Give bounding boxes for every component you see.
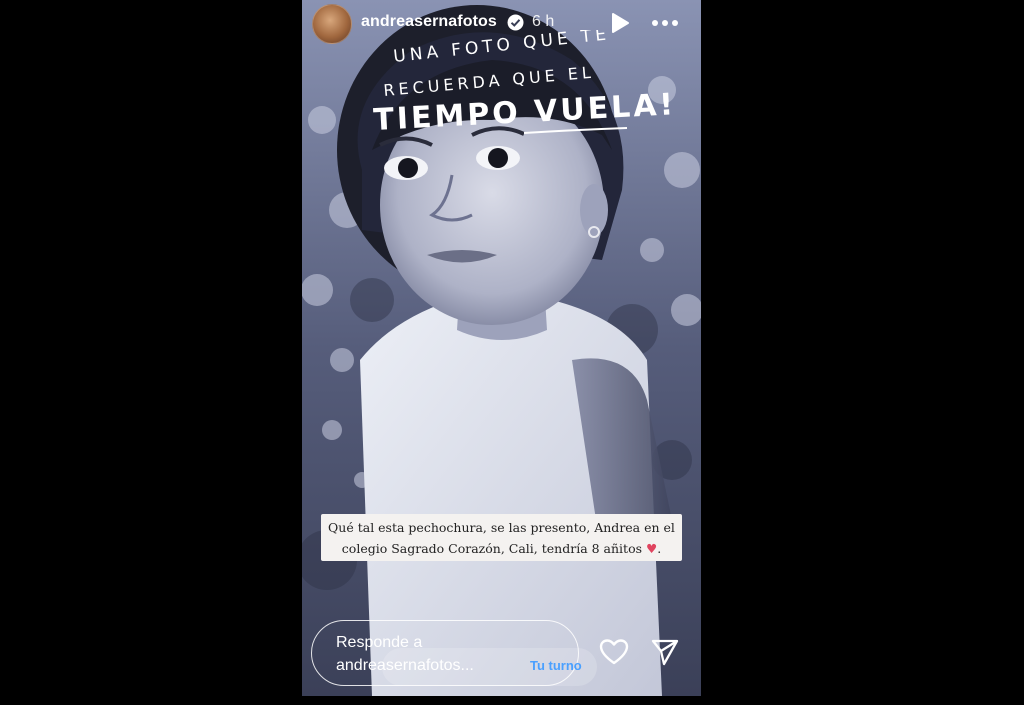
reply-placeholder-line2: andreasernafotos... [336,657,474,674]
reply-placeholder-line1: Responde a [336,634,423,651]
caption-line2: colegio Sagrado Corazón, Cali, tendría 8… [321,538,682,559]
story-header: andreasernafotos 6 h [302,0,701,48]
more-options-icon[interactable] [651,12,679,34]
paper-plane-icon[interactable] [650,637,680,667]
time-ago: 6 h [532,13,555,30]
heart-emoji-icon: ♥ [646,541,658,556]
play-icon[interactable] [609,12,631,34]
heart-outline-icon[interactable] [599,637,629,667]
caption-line2-text: colegio Sagrado Corazón, Cali, tendría 8… [341,541,643,556]
avatar[interactable] [312,4,352,44]
caption-line1: Qué tal esta pechochura, se las presento… [328,520,675,535]
caption-box: Qué tal esta pechochura, se las presento… [321,514,682,561]
verified-badge-icon [507,14,524,31]
username[interactable]: andreasernafotos [361,13,497,31]
tu-turno-link[interactable]: Tu turno [530,658,582,673]
story-viewer[interactable]: UNA FOTO QUE TE RECUERDA QUE EL TIEMPO V… [302,0,701,696]
caption-end: . [657,541,662,556]
handwritten-overlay: UNA FOTO QUE TE RECUERDA QUE EL TIEMPO V… [373,30,677,138]
reply-placeholder: Responde a andreasernafotos... [336,631,516,677]
